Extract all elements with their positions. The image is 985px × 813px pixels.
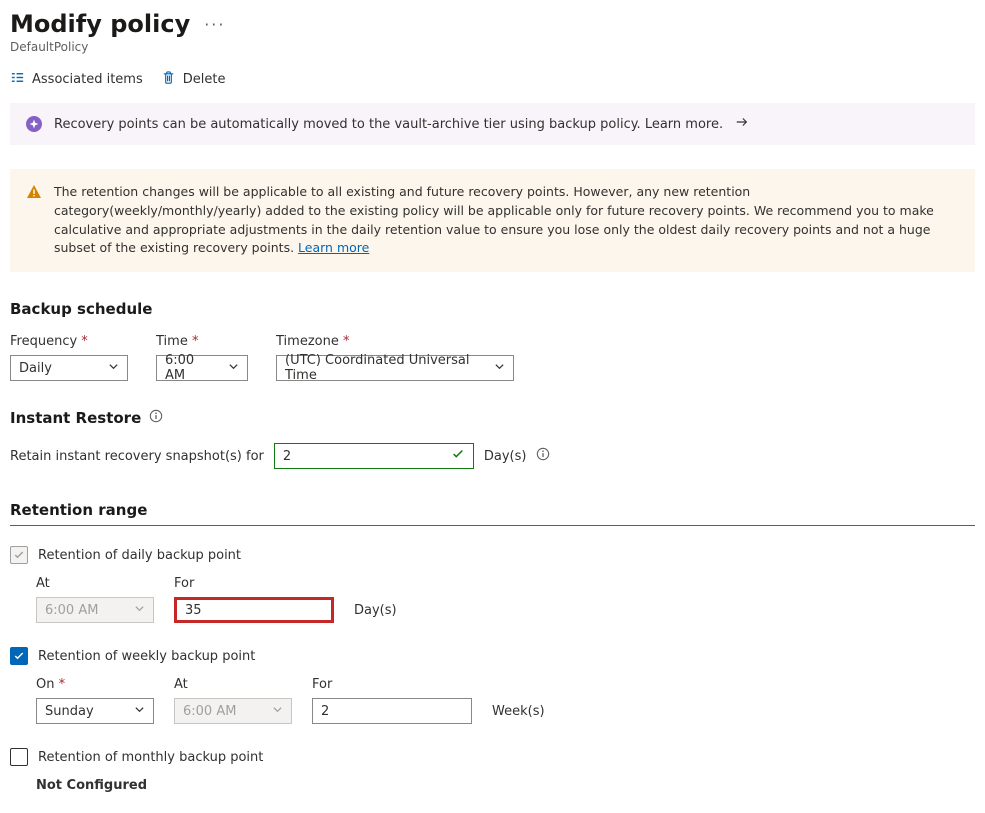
frequency-select[interactable]: Daily	[10, 355, 128, 381]
info-icon[interactable]	[149, 409, 163, 427]
banner-text: Recovery points can be automatically mov…	[54, 117, 723, 132]
chevron-down-icon	[134, 603, 145, 618]
daily-at-select: 6:00 AM	[36, 597, 154, 623]
timezone-label: Timezone	[276, 334, 514, 349]
weekly-at-value: 6:00 AM	[183, 704, 236, 719]
page-subtitle: DefaultPolicy	[10, 40, 975, 54]
weekly-on-select[interactable]: Sunday	[36, 698, 154, 724]
delete-button[interactable]: Delete	[161, 70, 226, 89]
retention-warning: The retention changes will be applicable…	[10, 169, 975, 272]
daily-for-value: 35	[185, 603, 202, 618]
warning-icon	[26, 183, 42, 258]
chevron-down-icon	[108, 361, 119, 376]
monthly-retention-checkbox[interactable]	[10, 748, 28, 766]
weekly-at-select: 6:00 AM	[174, 698, 292, 724]
backup-schedule-heading: Backup schedule	[10, 300, 975, 318]
monthly-retention-label: Retention of monthly backup point	[38, 750, 263, 765]
associated-items-button[interactable]: Associated items	[10, 70, 143, 89]
associated-items-label: Associated items	[32, 72, 143, 87]
daily-at-label: At	[36, 576, 154, 591]
time-select[interactable]: 6:00 AM	[156, 355, 248, 381]
retention-range-heading: Retention range	[10, 501, 975, 519]
divider	[10, 525, 975, 526]
warning-learn-more-link[interactable]: Learn more	[298, 240, 369, 255]
chevron-down-icon	[494, 361, 505, 376]
warning-text: The retention changes will be applicable…	[54, 184, 934, 255]
daily-suffix: Day(s)	[354, 603, 397, 623]
monthly-status: Not Configured	[36, 778, 975, 793]
trash-icon	[161, 70, 176, 89]
daily-retention-checkbox	[10, 546, 28, 564]
time-value: 6:00 AM	[165, 353, 218, 383]
time-label: Time	[156, 334, 248, 349]
daily-retention-label: Retention of daily backup point	[38, 548, 241, 563]
weekly-on-value: Sunday	[45, 704, 94, 719]
rocket-icon	[26, 116, 42, 132]
chevron-down-icon	[272, 704, 283, 719]
daily-for-label: For	[174, 576, 334, 591]
archive-tier-banner: Recovery points can be automatically mov…	[10, 103, 975, 145]
instant-restore-value: 2	[283, 449, 291, 464]
timezone-value: (UTC) Coordinated Universal Time	[285, 353, 484, 383]
delete-label: Delete	[183, 72, 226, 87]
toolbar: Associated items Delete	[10, 70, 975, 89]
weekly-for-label: For	[312, 677, 472, 692]
weekly-on-label: On	[36, 677, 154, 692]
arrow-right-icon[interactable]	[735, 115, 749, 133]
daily-for-input[interactable]: 35	[174, 597, 334, 623]
page-title: Modify policy	[10, 10, 190, 38]
weekly-retention-label: Retention of weekly backup point	[38, 649, 255, 664]
weekly-for-input[interactable]: 2	[312, 698, 472, 724]
weekly-for-value: 2	[321, 704, 329, 719]
frequency-value: Daily	[19, 361, 52, 376]
instant-restore-suffix: Day(s)	[484, 449, 527, 464]
instant-restore-input[interactable]: 2	[274, 443, 474, 469]
info-icon[interactable]	[536, 447, 550, 465]
weekly-suffix: Week(s)	[492, 704, 545, 724]
weekly-at-label: At	[174, 677, 292, 692]
chevron-down-icon	[134, 704, 145, 719]
instant-restore-heading: Instant Restore	[10, 409, 141, 427]
instant-restore-label: Retain instant recovery snapshot(s) for	[10, 449, 264, 464]
frequency-label: Frequency	[10, 334, 128, 349]
page-header: Modify policy ··· DefaultPolicy	[10, 10, 975, 54]
checkmark-icon	[451, 447, 465, 465]
daily-at-value: 6:00 AM	[45, 603, 98, 618]
more-actions-icon[interactable]: ···	[204, 15, 225, 34]
timezone-select[interactable]: (UTC) Coordinated Universal Time	[276, 355, 514, 381]
weekly-retention-checkbox[interactable]	[10, 647, 28, 665]
chevron-down-icon	[228, 361, 239, 376]
list-icon	[10, 70, 25, 89]
